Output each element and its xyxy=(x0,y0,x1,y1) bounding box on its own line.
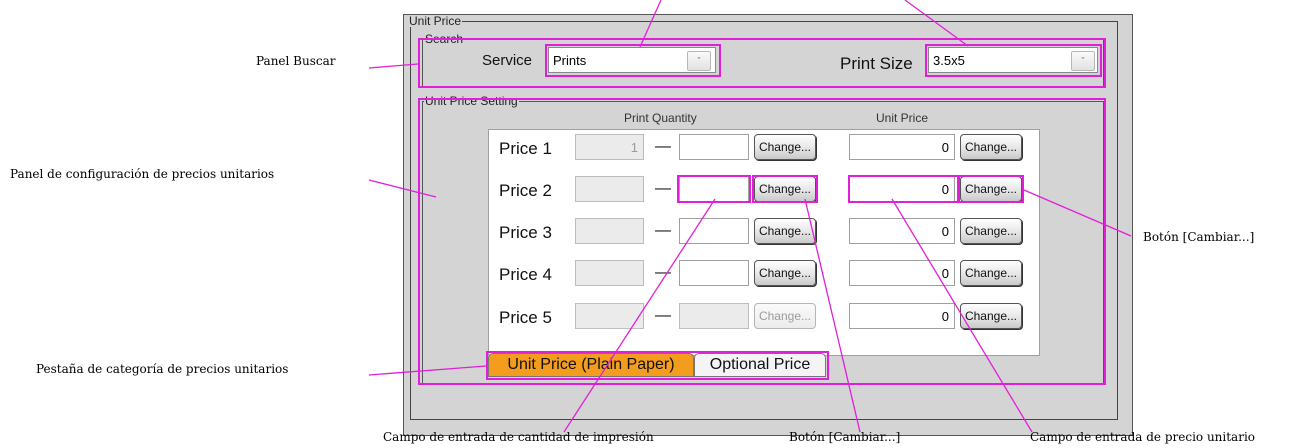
leader-line-change-bottom xyxy=(804,198,861,433)
annotation-panel-search: Panel Buscar xyxy=(256,54,336,68)
annotation-change-button-bottom: Botón [Cambiar...] xyxy=(789,430,901,444)
leader-line-change-right xyxy=(1023,189,1132,237)
annotation-leader-lines xyxy=(368,0,1132,433)
leader-line-print-size xyxy=(904,0,969,47)
leader-line-search-panel xyxy=(368,63,419,69)
leader-line-service xyxy=(639,0,662,48)
leader-line-quantity-field xyxy=(563,198,716,433)
annotation-price-field: Campo de entrada de precio unitario xyxy=(1030,430,1256,444)
annotation-tab-category: Pestaña de categoría de precios unitario… xyxy=(36,362,289,376)
leader-line-tabs xyxy=(368,365,487,376)
annotation-panel-config: Panel de configuración de precios unitar… xyxy=(10,167,275,181)
leader-line-setting-panel xyxy=(368,179,437,198)
annotation-quantity-field: Campo de entrada de cantidad de impresió… xyxy=(383,430,654,444)
leader-line-price-field xyxy=(891,198,1033,433)
annotation-change-button-right: Botón [Cambiar...] xyxy=(1143,230,1255,244)
